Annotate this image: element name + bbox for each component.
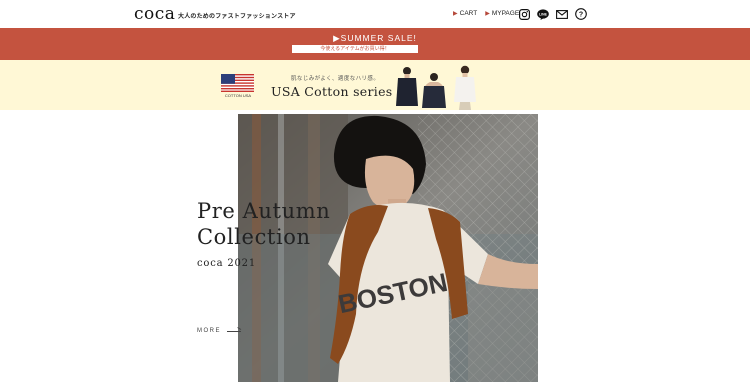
help-icon[interactable]: ? <box>575 8 587 20</box>
sale-title[interactable]: ▶SUMMER SALE! <box>0 33 750 44</box>
more-link[interactable]: MORE <box>197 328 241 334</box>
arrow-icon: ▶ <box>453 11 458 17</box>
hero-subtitle: coca 2021 <box>197 258 257 269</box>
cart-label: CART <box>459 10 478 17</box>
mypage-link[interactable]: ▶ MYPAGE <box>485 10 519 17</box>
instagram-icon[interactable] <box>518 8 530 20</box>
site-logo[interactable]: coca <box>134 4 175 24</box>
svg-text:?: ? <box>579 11 583 18</box>
header-icons: LINE ? <box>518 8 587 20</box>
line-icon[interactable]: LINE <box>537 8 549 20</box>
sale-banner[interactable]: ▶SUMMER SALE! <box>0 28 750 60</box>
site-tagline: 大人のためのファストファッションストア <box>178 14 296 20</box>
mail-icon[interactable] <box>556 8 568 20</box>
svg-text:LINE: LINE <box>539 12 547 16</box>
site-header: coca 大人のためのファストファッションストア ▶ CART ▶ MYPAGE… <box>0 0 750 28</box>
cotton-tagline: 肌なじみがよく、適度なハリ感。 <box>291 76 380 82</box>
us-flag-icon <box>221 74 254 92</box>
more-label: MORE <box>197 328 221 334</box>
mypage-label: MYPAGE <box>491 10 520 17</box>
cotton-usa-label: COTTON USA <box>224 93 252 98</box>
cotton-title: USA Cotton series <box>271 84 393 99</box>
header-nav: ▶ CART ▶ MYPAGE <box>453 10 519 17</box>
sale-subtitle: 今使えるアイテムがお買い得！ <box>292 45 418 53</box>
hero-title-line1: Pre Autumn <box>197 199 331 223</box>
hero-title-line2: Collection <box>197 225 311 249</box>
arrow-icon: ▶ <box>485 11 490 17</box>
cotton-model-image <box>396 65 476 110</box>
hero-title: Pre Autumn Collection <box>197 198 330 250</box>
cart-link[interactable]: ▶ CART <box>453 10 477 17</box>
arrow-right-icon <box>227 330 241 332</box>
